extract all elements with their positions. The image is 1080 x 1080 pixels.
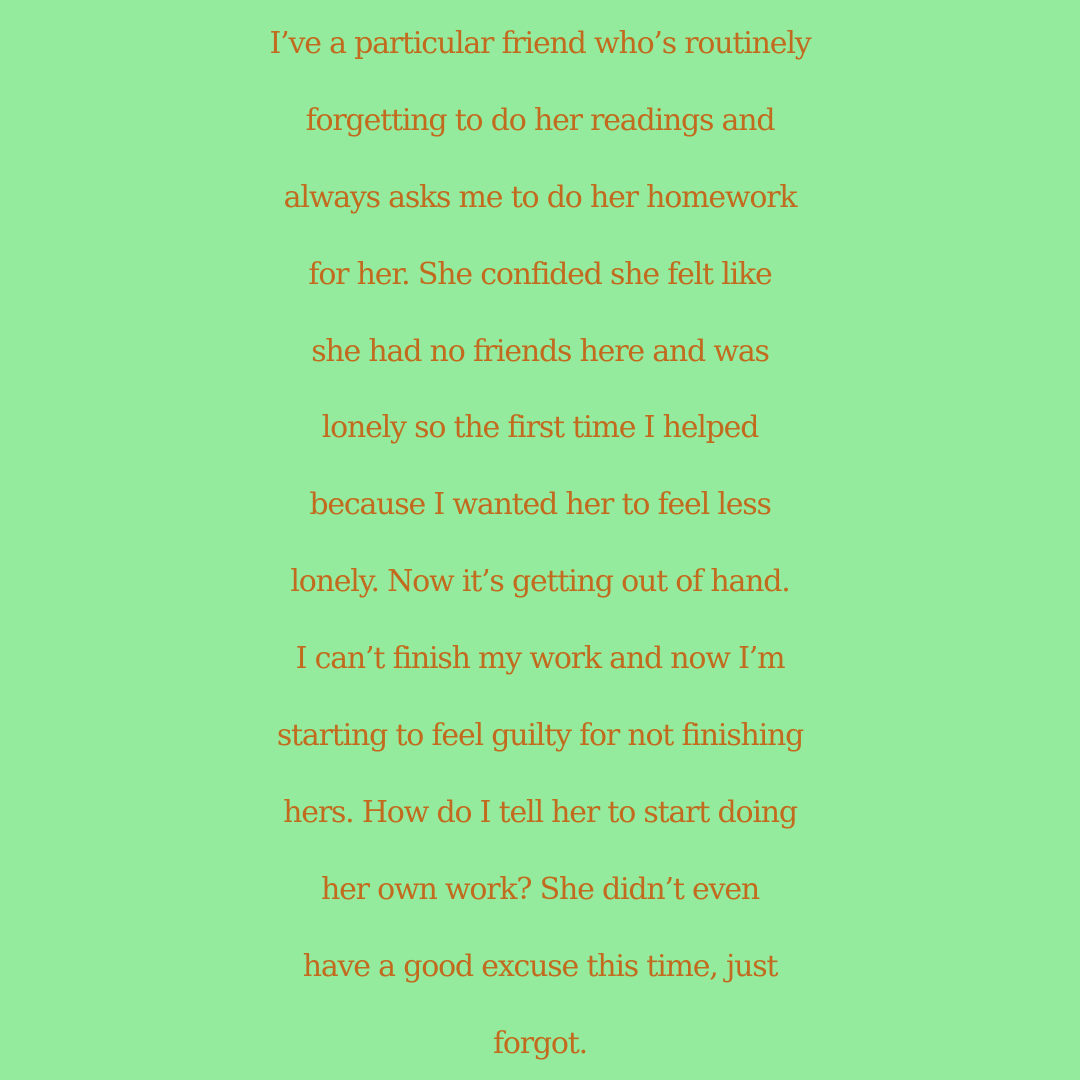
post-text-line: lonely. Now it’s getting out of hand. (290, 564, 790, 600)
post-text-line: for her. She confided she felt like (308, 256, 772, 292)
post-text-line: she had no friends here and was (311, 333, 770, 369)
post-text-line: hers. How do I tell her to start doing (283, 794, 798, 830)
post-text-line: forgot. (493, 1025, 588, 1061)
post-text-line: I’ve a particular friend who’s routinely (269, 26, 812, 61)
post-text-line: have a good excuse this time, just (302, 948, 779, 984)
post-text-line: because I wanted her to feel less (309, 487, 772, 523)
post-image: I’ve a particular friend who’s routinely… (0, 0, 1080, 1080)
post-text-line: starting to feel guilty for not finishin… (276, 718, 805, 754)
post-text-line: her own work? She didn’t even (320, 871, 760, 907)
post-text-line: forgetting to do her readings and (305, 102, 776, 138)
post-text-line: I can’t finish my work and now I’m (295, 641, 786, 677)
post-text-line: lonely so the first time I helped (321, 410, 760, 446)
post-text: I’ve a particular friend who’s routinely… (0, 6, 1080, 1080)
post-text-line: always asks me to do her homework (283, 179, 798, 215)
